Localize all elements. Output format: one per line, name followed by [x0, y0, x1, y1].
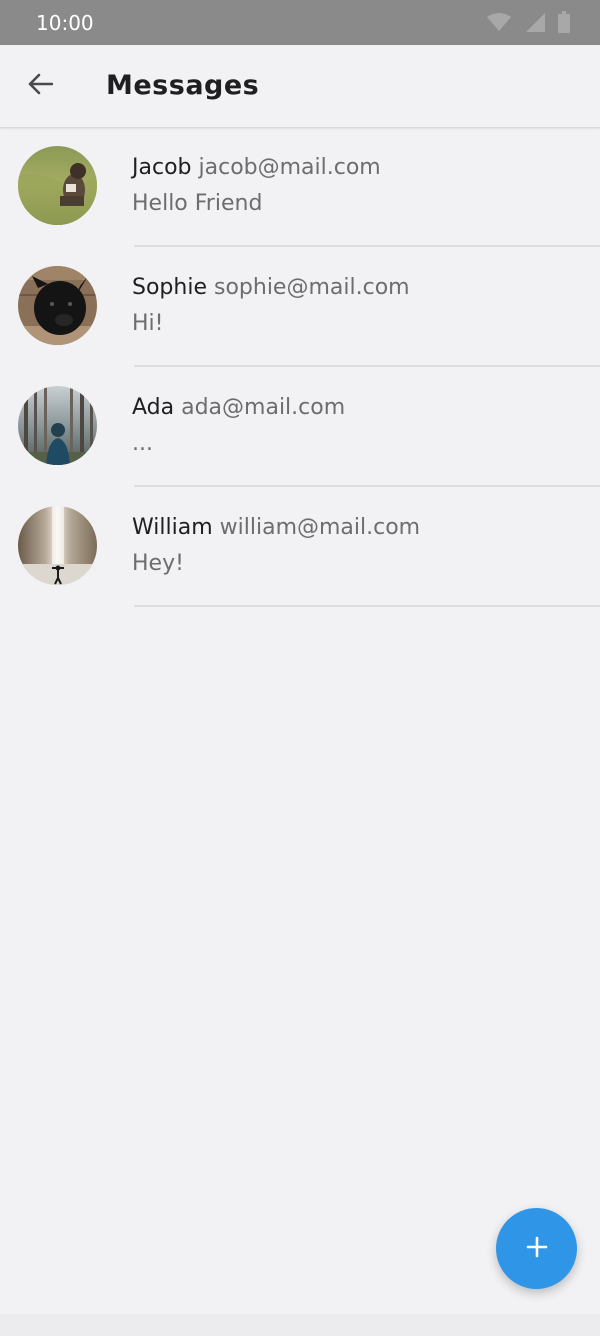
plus-icon [525, 1235, 549, 1263]
avatar [18, 146, 97, 225]
message-item-sophie[interactable]: Sophie sophie@mail.com Hi! [0, 247, 600, 367]
message-header: Jacob jacob@mail.com [132, 154, 381, 182]
status-icons [486, 11, 570, 37]
sender-name: William [132, 515, 213, 540]
avatar [18, 506, 97, 585]
app-bar: Messages [0, 45, 600, 128]
message-item-william[interactable]: William william@mail.com Hey! [0, 487, 600, 607]
avatar [18, 386, 97, 465]
status-time: 10:00 [36, 11, 94, 35]
arrow-back-icon [27, 73, 54, 99]
signal-icon [524, 11, 546, 37]
message-header: William william@mail.com [132, 514, 420, 542]
battery-icon [558, 11, 570, 37]
message-list: Jacob jacob@mail.com Hello Friend Sophie… [0, 127, 600, 607]
sender-name: Sophie [132, 275, 207, 300]
message-item-ada[interactable]: Ada ada@mail.com ... [0, 367, 600, 487]
message-item-jacob[interactable]: Jacob jacob@mail.com Hello Friend [0, 127, 600, 247]
message-preview: Hey! [132, 551, 184, 576]
sender-email: william@mail.com [219, 515, 421, 540]
status-bar: 10:00 [0, 0, 600, 45]
sender-email: jacob@mail.com [198, 155, 381, 180]
page-title: Messages [106, 70, 260, 101]
avatar [18, 266, 97, 345]
sender-name: Jacob [132, 155, 192, 180]
sender-email: ada@mail.com [181, 395, 346, 420]
new-message-button[interactable] [496, 1208, 577, 1289]
message-preview: ... [132, 431, 153, 456]
message-header: Ada ada@mail.com [132, 394, 345, 422]
wifi-icon [486, 12, 512, 36]
sender-email: sophie@mail.com [213, 275, 410, 300]
message-preview: Hello Friend [132, 191, 263, 216]
divider [134, 605, 600, 607]
navigation-bar [0, 1314, 600, 1336]
message-header: Sophie sophie@mail.com [132, 274, 410, 302]
back-button[interactable] [16, 62, 64, 110]
message-preview: Hi! [132, 311, 164, 336]
sender-name: Ada [132, 395, 175, 420]
